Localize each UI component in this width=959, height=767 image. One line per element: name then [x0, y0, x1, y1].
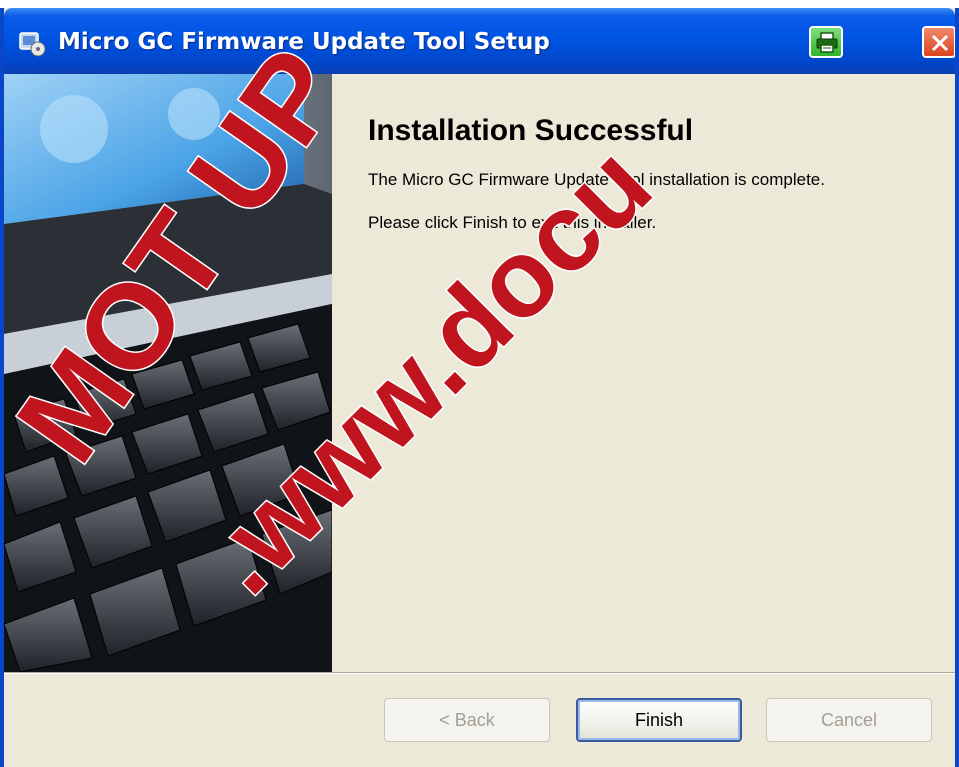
finish-button[interactable]: Finish — [576, 698, 742, 742]
back-button-label: < Back — [439, 709, 495, 730]
installer-icon — [18, 30, 48, 58]
title-bar[interactable]: Micro GC Firmware Update Tool Setup — [4, 8, 955, 74]
footer-divider — [4, 672, 955, 674]
content-panel: Installation Successful The Micro GC Fir… — [332, 74, 955, 672]
finish-instruction: Please click Finish to exit this install… — [368, 213, 657, 232]
keyboard-banner-image — [4, 74, 332, 672]
page-title: Installation Successful — [368, 114, 694, 147]
back-button[interactable]: < Back — [384, 698, 550, 742]
finish-button-label: Finish — [634, 709, 683, 730]
close-icon — [931, 34, 949, 52]
printer-icon[interactable] — [809, 26, 843, 58]
completion-message: The Micro GC Firmware Update Tool instal… — [368, 170, 825, 189]
setup-window: Micro GC Firmware Update Tool Setup Inst… — [0, 8, 959, 767]
cancel-button-label: Cancel — [820, 709, 878, 730]
cancel-button[interactable]: Cancel — [766, 698, 932, 742]
close-button[interactable] — [922, 26, 955, 58]
window-title: Micro GC Firmware Update Tool Setup — [58, 29, 550, 55]
